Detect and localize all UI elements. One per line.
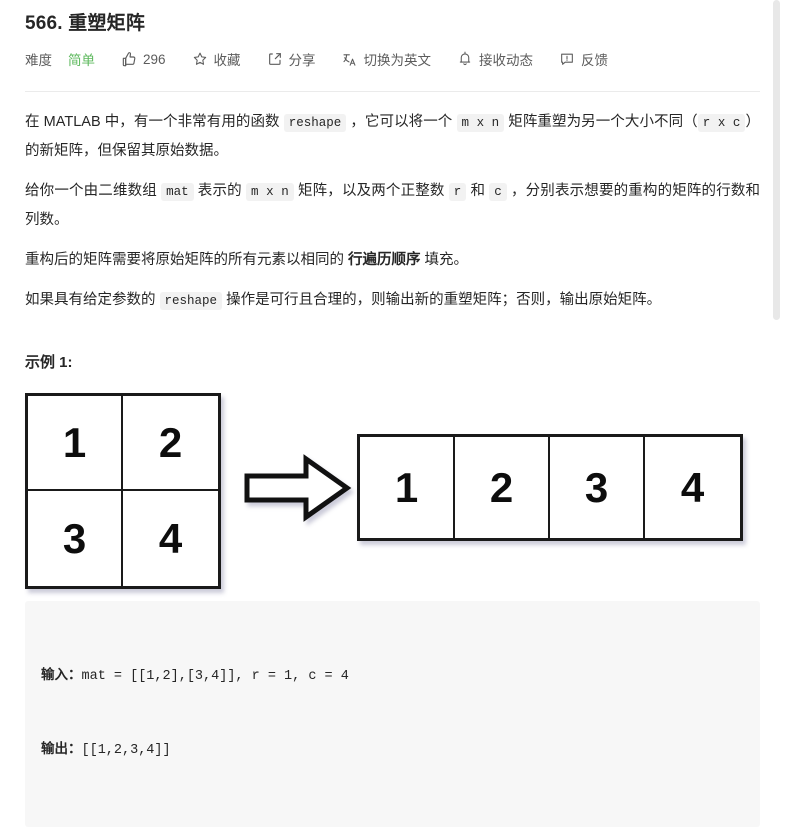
matrix-cell: 3 (28, 491, 123, 586)
description-paragraph-1: 在 MATLAB 中，有一个非常有用的函数 reshape ，它可以将一个 m … (25, 108, 760, 165)
difficulty-value: 简单 (68, 53, 95, 68)
matrix-cell: 1 (360, 437, 455, 538)
right-arrow-icon (243, 454, 353, 522)
feedback-button[interactable]: 反馈 (559, 49, 608, 69)
difficulty-label: 难度 (25, 53, 52, 68)
p2-text-2: 表示的 (193, 183, 246, 199)
matrix-cell: 3 (550, 437, 645, 538)
feedback-icon (559, 51, 575, 67)
inline-code-rxc: r x c (697, 114, 746, 132)
problem-description: 在 MATLAB 中，有一个非常有用的函数 reshape ，它可以将一个 m … (25, 92, 760, 315)
subscribe-button[interactable]: 接收动态 (457, 49, 533, 69)
vertical-scrollbar[interactable] (773, 0, 783, 664)
example-output-line: 输出：[[1,2,3,4]] (41, 737, 744, 763)
inline-code-mat: mat (161, 183, 194, 201)
star-icon (192, 51, 208, 67)
subscribe-label: 接收动态 (479, 53, 534, 68)
translate-button[interactable]: 切换为英文 (342, 49, 432, 69)
p1-text-1: 在 MATLAB 中，有一个非常有用的函数 (25, 114, 284, 130)
share-icon (267, 51, 283, 67)
p2-text-4: 和 (466, 183, 490, 199)
inline-code-mxn: m x n (456, 114, 505, 132)
translate-icon (342, 51, 358, 67)
page-title: 566. 重塑矩阵 (25, 13, 146, 34)
input-value: mat = [[1,2],[3,4]], r = 1, c = 4 (81, 669, 349, 684)
p4-text-1: 如果具有给定参数的 (25, 292, 160, 308)
description-paragraph-2: 给你一个由二维数组 mat 表示的 m x n 矩阵，以及两个正整数 r 和 c… (25, 177, 760, 234)
inline-code-reshape-2: reshape (159, 292, 223, 310)
thumbs-up-icon (121, 51, 137, 67)
feedback-label: 反馈 (581, 53, 609, 68)
inline-code-r: r (448, 183, 467, 201)
result-matrix: 1 2 3 4 (357, 434, 743, 541)
matrix-cell: 4 (645, 437, 740, 538)
description-paragraph-4: 如果具有给定参数的 reshape 操作是可行且合理的，则输出新的重塑矩阵；否则… (25, 286, 760, 315)
p1-text-3: 矩阵重塑为另一个大小不同（ (504, 114, 698, 130)
input-label: 输入： (41, 667, 82, 682)
difficulty-badge: 难度 简单 (25, 49, 95, 69)
p4-text-2: 操作是可行且合理的，则输出新的重塑矩阵；否则，输出原始矩阵。 (222, 292, 662, 308)
inline-code-c: c (489, 183, 507, 201)
matrix-cell: 2 (123, 396, 218, 491)
bell-icon (457, 51, 473, 67)
p2-text-3: 矩阵，以及两个正整数 (293, 183, 449, 199)
favorite-button[interactable]: 收藏 (192, 49, 241, 69)
translate-label: 切换为英文 (363, 53, 432, 68)
p3-text-1: 重构后的矩阵需要将原始矩阵的所有元素以相同的 (25, 252, 349, 268)
share-label: 分享 (288, 53, 316, 68)
matrix-cell: 4 (123, 491, 218, 586)
like-count: 296 (143, 51, 166, 67)
example-input-line: 输入：mat = [[1,2],[3,4]], r = 1, c = 4 (41, 663, 744, 689)
problem-toolbar: 难度 简单 296 收藏 分享 切换为英文 接收动态 反馈 (25, 44, 760, 74)
output-value: [[1,2,3,4]] (81, 743, 171, 758)
scrollbar-thumb[interactable] (773, 0, 780, 320)
like-button[interactable]: 296 (121, 51, 166, 67)
p1-text-2: ，它可以将一个 (346, 114, 457, 130)
p2-text-1: 给你一个由二维数组 (25, 183, 162, 199)
inline-code-reshape: reshape (283, 114, 347, 132)
description-paragraph-3: 重构后的矩阵需要将原始矩阵的所有元素以相同的 行遍历顺序 填充。 (25, 246, 760, 274)
matrix-cell: 2 (455, 437, 550, 538)
example-illustration: 1 2 3 4 1 2 3 4 (25, 386, 760, 591)
example-heading: 示例 1: (25, 354, 73, 371)
problem-page: 566. 重塑矩阵 难度 简单 296 收藏 分享 切换为英文 接收动态 反馈 … (0, 0, 785, 827)
p3-text-2: 填充。 (420, 252, 469, 268)
example-code-block: 输入：mat = [[1,2],[3,4]], r = 1, c = 4 输出：… (25, 601, 760, 827)
inline-code-mxn-2: m x n (245, 183, 294, 201)
share-button[interactable]: 分享 (267, 49, 316, 69)
matrix-cell: 1 (28, 396, 123, 491)
row-traversal-emphasis: 行遍历顺序 (348, 252, 421, 268)
output-label: 输出： (41, 741, 82, 756)
favorite-label: 收藏 (213, 53, 241, 68)
source-matrix: 1 2 3 4 (25, 393, 221, 589)
